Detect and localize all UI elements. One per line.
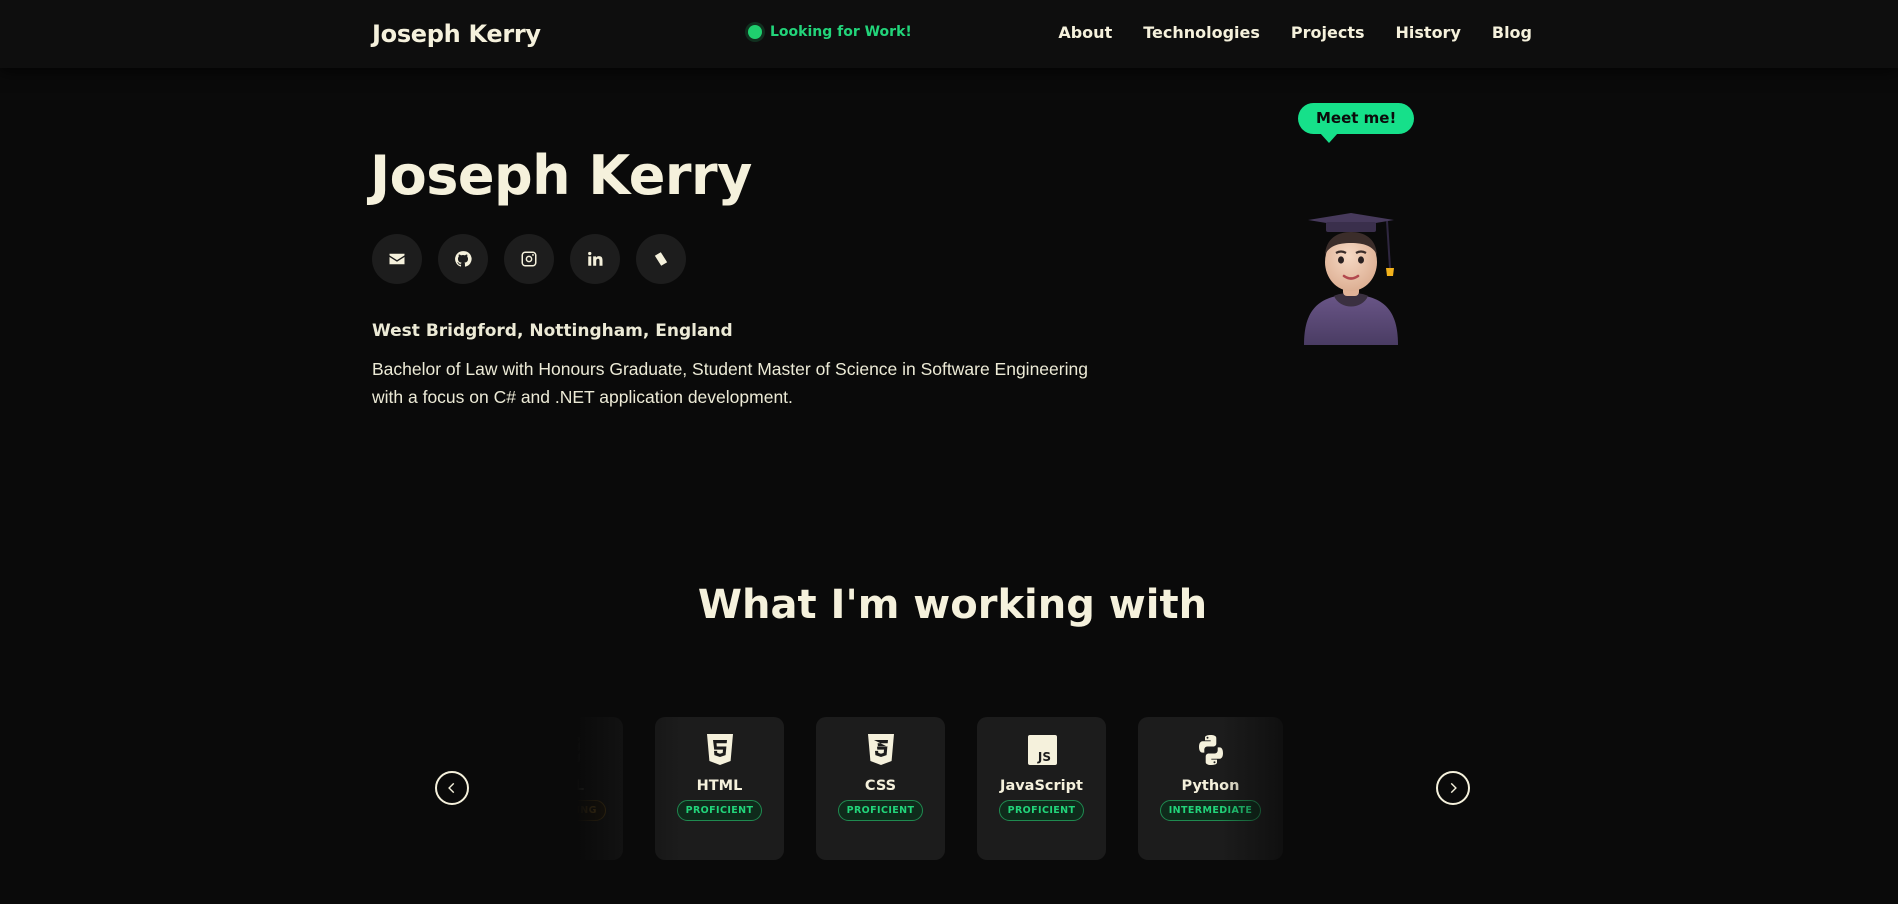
carousel-prev-button[interactable] bbox=[435, 771, 469, 805]
tech-level-badge: LEARNING bbox=[551, 800, 606, 821]
graduate-avatar-icon bbox=[1304, 213, 1398, 345]
instagram-icon bbox=[521, 251, 537, 267]
tech-card-javascript[interactable]: JS JavaScript PROFICIENT bbox=[977, 717, 1106, 860]
tech-name: SQL bbox=[551, 778, 584, 794]
tech-name: Python bbox=[1181, 778, 1240, 794]
tech-carousel: SQL LEARNING HTML PROFICIENT CSS PROFICI… bbox=[551, 717, 1351, 861]
nav-history[interactable]: History bbox=[1396, 23, 1461, 42]
tech-card-python[interactable]: Python INTERMEDIATE bbox=[1138, 717, 1283, 860]
nav-about[interactable]: About bbox=[1058, 23, 1112, 42]
site-brand[interactable]: Joseph Kerry bbox=[372, 20, 541, 48]
github-link[interactable] bbox=[438, 234, 488, 284]
css3-icon bbox=[867, 734, 894, 765]
carousel-next-button[interactable] bbox=[1436, 771, 1470, 805]
chevron-left-icon bbox=[448, 782, 455, 794]
email-icon bbox=[389, 253, 405, 265]
meet-me-bubble[interactable]: Meet me! bbox=[1298, 103, 1415, 143]
tech-level-badge: PROFICIENT bbox=[676, 800, 763, 821]
tech-card-html[interactable]: HTML PROFICIENT bbox=[655, 717, 784, 860]
availability-status: Looking for Work! bbox=[748, 24, 912, 40]
tech-name: HTML bbox=[696, 778, 743, 794]
tech-card-sql[interactable]: SQL LEARNING bbox=[551, 717, 623, 860]
linkedin-link[interactable] bbox=[570, 234, 620, 284]
location-text: West Bridgford, Nottingham, England bbox=[372, 321, 733, 341]
tech-level-badge: INTERMEDIATE bbox=[1159, 800, 1262, 821]
svg-text:JS: JS bbox=[1036, 750, 1050, 764]
tech-name: JavaScript bbox=[1000, 778, 1083, 794]
instagram-link[interactable] bbox=[504, 234, 554, 284]
javascript-icon: JS bbox=[1027, 735, 1057, 765]
email-link[interactable] bbox=[372, 234, 422, 284]
nav-blog[interactable]: Blog bbox=[1492, 23, 1532, 42]
social-links bbox=[372, 234, 686, 284]
section-title: What I'm working with bbox=[697, 582, 1208, 628]
nav-technologies[interactable]: Technologies bbox=[1143, 23, 1260, 42]
tech-card-next[interactable] bbox=[1313, 717, 1351, 860]
tech-name: CSS bbox=[864, 778, 897, 794]
tech-level-badge: PROFICIENT bbox=[837, 800, 924, 821]
tech-level-badge: PROFICIENT bbox=[998, 800, 1085, 821]
database-icon bbox=[556, 734, 580, 765]
chevron-right-icon bbox=[1450, 782, 1457, 794]
document-icon bbox=[654, 252, 668, 266]
status-label: Looking for Work! bbox=[770, 24, 912, 40]
site-header: Joseph Kerry Looking for Work! About Tec… bbox=[0, 0, 1898, 68]
html5-icon bbox=[706, 734, 733, 765]
tech-card-css[interactable]: CSS PROFICIENT bbox=[816, 717, 945, 860]
github-icon bbox=[455, 251, 472, 267]
status-dot-icon bbox=[748, 25, 762, 39]
bio-text: Bachelor of Law with Honours Graduate, S… bbox=[372, 359, 1088, 407]
main-nav: About Technologies Projects History Blog bbox=[1058, 23, 1532, 42]
linkedin-icon bbox=[588, 251, 603, 266]
hero-name: Joseph Kerry bbox=[370, 144, 752, 207]
python-icon bbox=[1198, 735, 1223, 765]
resume-link[interactable] bbox=[636, 234, 686, 284]
nav-projects[interactable]: Projects bbox=[1291, 23, 1365, 42]
